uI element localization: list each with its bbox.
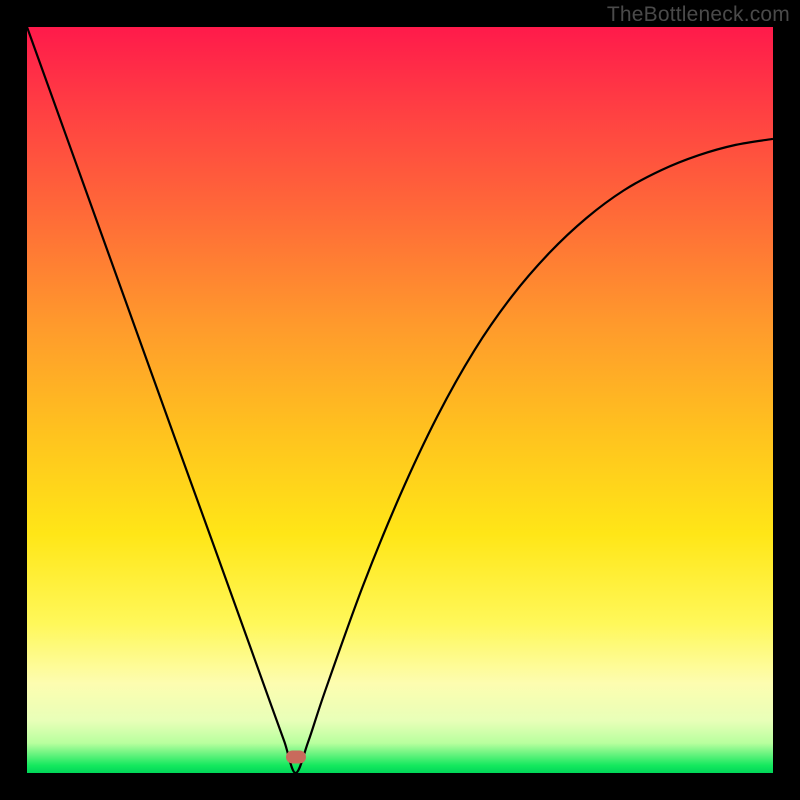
optimal-point-marker (286, 750, 306, 763)
chart-plot-area (27, 27, 773, 773)
attribution-text: TheBottleneck.com (607, 3, 790, 27)
